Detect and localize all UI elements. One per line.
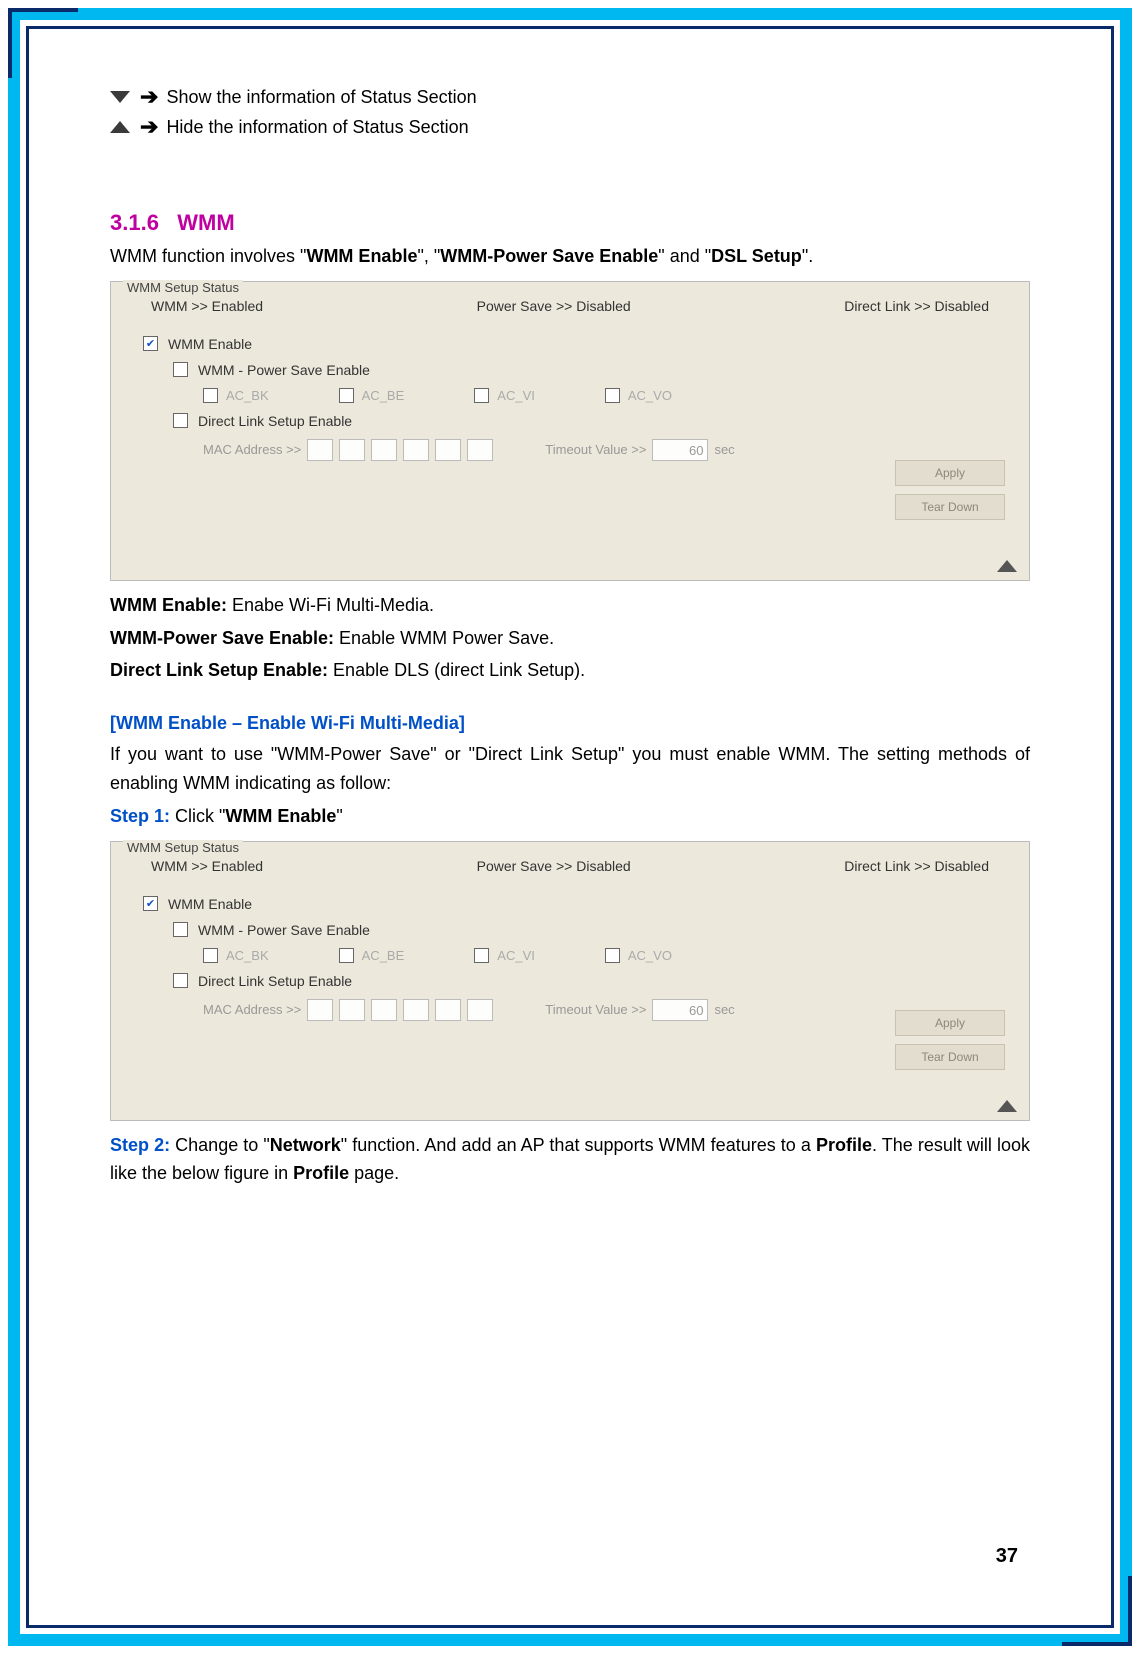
ac-row: AC_BK AC_BE AC_VI AC_VO: [203, 388, 1017, 403]
teardown-button[interactable]: Tear Down: [895, 494, 1005, 520]
collapse-up-icon[interactable]: [997, 1100, 1017, 1112]
legend-show-text: Show the information of Status Section: [166, 87, 476, 108]
status-power: Power Save >> Disabled: [477, 298, 631, 314]
step2-label: Step 2:: [110, 1135, 170, 1155]
timeout-input[interactable]: 60: [652, 999, 708, 1021]
page-number: 37: [996, 1545, 1018, 1568]
mac-input[interactable]: [467, 999, 493, 1021]
section-number: 3.1.6: [110, 210, 159, 235]
dls-label: Direct Link Setup Enable: [198, 413, 352, 429]
collapse-up-icon[interactable]: [997, 560, 1017, 572]
wmm-panel-2: WMM Setup Status WMM >> Enabled Power Sa…: [110, 841, 1030, 1121]
checkbox-icon: [339, 388, 354, 403]
ac-row: AC_BK AC_BE AC_VI AC_VO: [203, 948, 1017, 963]
subsection-heading: [WMM Enable – Enable Wi-Fi Multi-Media]: [110, 713, 1030, 734]
sub1-paragraph: If you want to use "WMM-Power Save" or "…: [110, 740, 1030, 798]
dls-label: Direct Link Setup Enable: [198, 973, 352, 989]
mac-input[interactable]: [371, 999, 397, 1021]
wmm-enable-label: WMM Enable: [168, 896, 252, 912]
status-power: Power Save >> Disabled: [477, 858, 631, 874]
checkbox-icon: [203, 388, 218, 403]
timeout-input[interactable]: 60: [652, 439, 708, 461]
arrow-right-icon: ➔: [140, 114, 158, 140]
arrow-right-icon: ➔: [140, 84, 158, 110]
checkbox-icon: [203, 948, 218, 963]
dls-row[interactable]: Direct Link Setup Enable: [173, 413, 1017, 429]
checkbox-icon[interactable]: [173, 413, 188, 428]
status-wmm: WMM >> Enabled: [151, 298, 263, 314]
mac-input[interactable]: [339, 439, 365, 461]
intro-paragraph: WMM function involves "WMM Enable", "WMM…: [110, 242, 1030, 271]
power-save-row[interactable]: WMM - Power Save Enable: [173, 362, 1017, 378]
power-save-row[interactable]: WMM - Power Save Enable: [173, 922, 1017, 938]
wmm-enable-row[interactable]: ✔ WMM Enable: [143, 336, 1017, 352]
sec-label: sec: [714, 442, 734, 457]
mac-row: MAC Address >> Timeout Value >> 60 sec: [203, 439, 1017, 461]
mac-label: MAC Address >>: [203, 442, 301, 457]
teardown-button[interactable]: Tear Down: [895, 1044, 1005, 1070]
apply-button[interactable]: Apply: [895, 1010, 1005, 1036]
status-wmm: WMM >> Enabled: [151, 858, 263, 874]
dls-row[interactable]: Direct Link Setup Enable: [173, 973, 1017, 989]
checkbox-icon[interactable]: [173, 973, 188, 988]
mac-input[interactable]: [435, 999, 461, 1021]
mac-input[interactable]: [339, 999, 365, 1021]
checkbox-icon: [474, 948, 489, 963]
checkbox-icon[interactable]: [173, 362, 188, 377]
step1: Step 1: Click "WMM Enable": [110, 802, 1030, 831]
checkbox-icon: [474, 388, 489, 403]
checkbox-icon: [605, 388, 620, 403]
status-row: WMM >> Enabled Power Save >> Disabled Di…: [123, 852, 1017, 886]
wmm-enable-label: WMM Enable: [168, 336, 252, 352]
checkbox-checked-icon[interactable]: ✔: [143, 896, 158, 911]
def-power-save: WMM-Power Save Enable: Enable WMM Power …: [110, 624, 1030, 653]
legend-hide: ➔ Hide the information of Status Section: [110, 114, 1030, 140]
triangle-up-icon: [110, 121, 130, 133]
wmm-enable-row[interactable]: ✔ WMM Enable: [143, 896, 1017, 912]
status-direct: Direct Link >> Disabled: [844, 858, 989, 874]
timeout-label: Timeout Value >>: [545, 442, 646, 457]
timeout-label: Timeout Value >>: [545, 1002, 646, 1017]
checkbox-icon[interactable]: [173, 922, 188, 937]
apply-button[interactable]: Apply: [895, 460, 1005, 486]
power-save-label: WMM - Power Save Enable: [198, 922, 370, 938]
step2: Step 2: Change to "Network" function. An…: [110, 1131, 1030, 1189]
def-dls: Direct Link Setup Enable: Enable DLS (di…: [110, 656, 1030, 685]
mac-label: MAC Address >>: [203, 1002, 301, 1017]
section-heading: 3.1.6 WMM: [110, 210, 1030, 236]
mac-input[interactable]: [435, 439, 461, 461]
legend-show: ➔ Show the information of Status Section: [110, 84, 1030, 110]
wmm-panel-1: WMM Setup Status WMM >> Enabled Power Sa…: [110, 281, 1030, 581]
fieldset-legend: WMM Setup Status: [123, 280, 243, 295]
sec-label: sec: [714, 1002, 734, 1017]
status-direct: Direct Link >> Disabled: [844, 298, 989, 314]
mac-input[interactable]: [307, 439, 333, 461]
mac-input[interactable]: [307, 999, 333, 1021]
mac-input[interactable]: [467, 439, 493, 461]
checkbox-checked-icon[interactable]: ✔: [143, 336, 158, 351]
mac-input[interactable]: [371, 439, 397, 461]
triangle-down-icon: [110, 91, 130, 103]
status-row: WMM >> Enabled Power Save >> Disabled Di…: [123, 292, 1017, 326]
mac-input[interactable]: [403, 999, 429, 1021]
fieldset-legend: WMM Setup Status: [123, 840, 243, 855]
mac-input[interactable]: [403, 439, 429, 461]
step1-label: Step 1:: [110, 806, 170, 826]
legend-hide-text: Hide the information of Status Section: [166, 117, 468, 138]
checkbox-icon: [339, 948, 354, 963]
checkbox-icon: [605, 948, 620, 963]
power-save-label: WMM - Power Save Enable: [198, 362, 370, 378]
def-wmm-enable: WMM Enable: Enabe Wi-Fi Multi-Media.: [110, 591, 1030, 620]
section-title: WMM: [177, 210, 234, 235]
